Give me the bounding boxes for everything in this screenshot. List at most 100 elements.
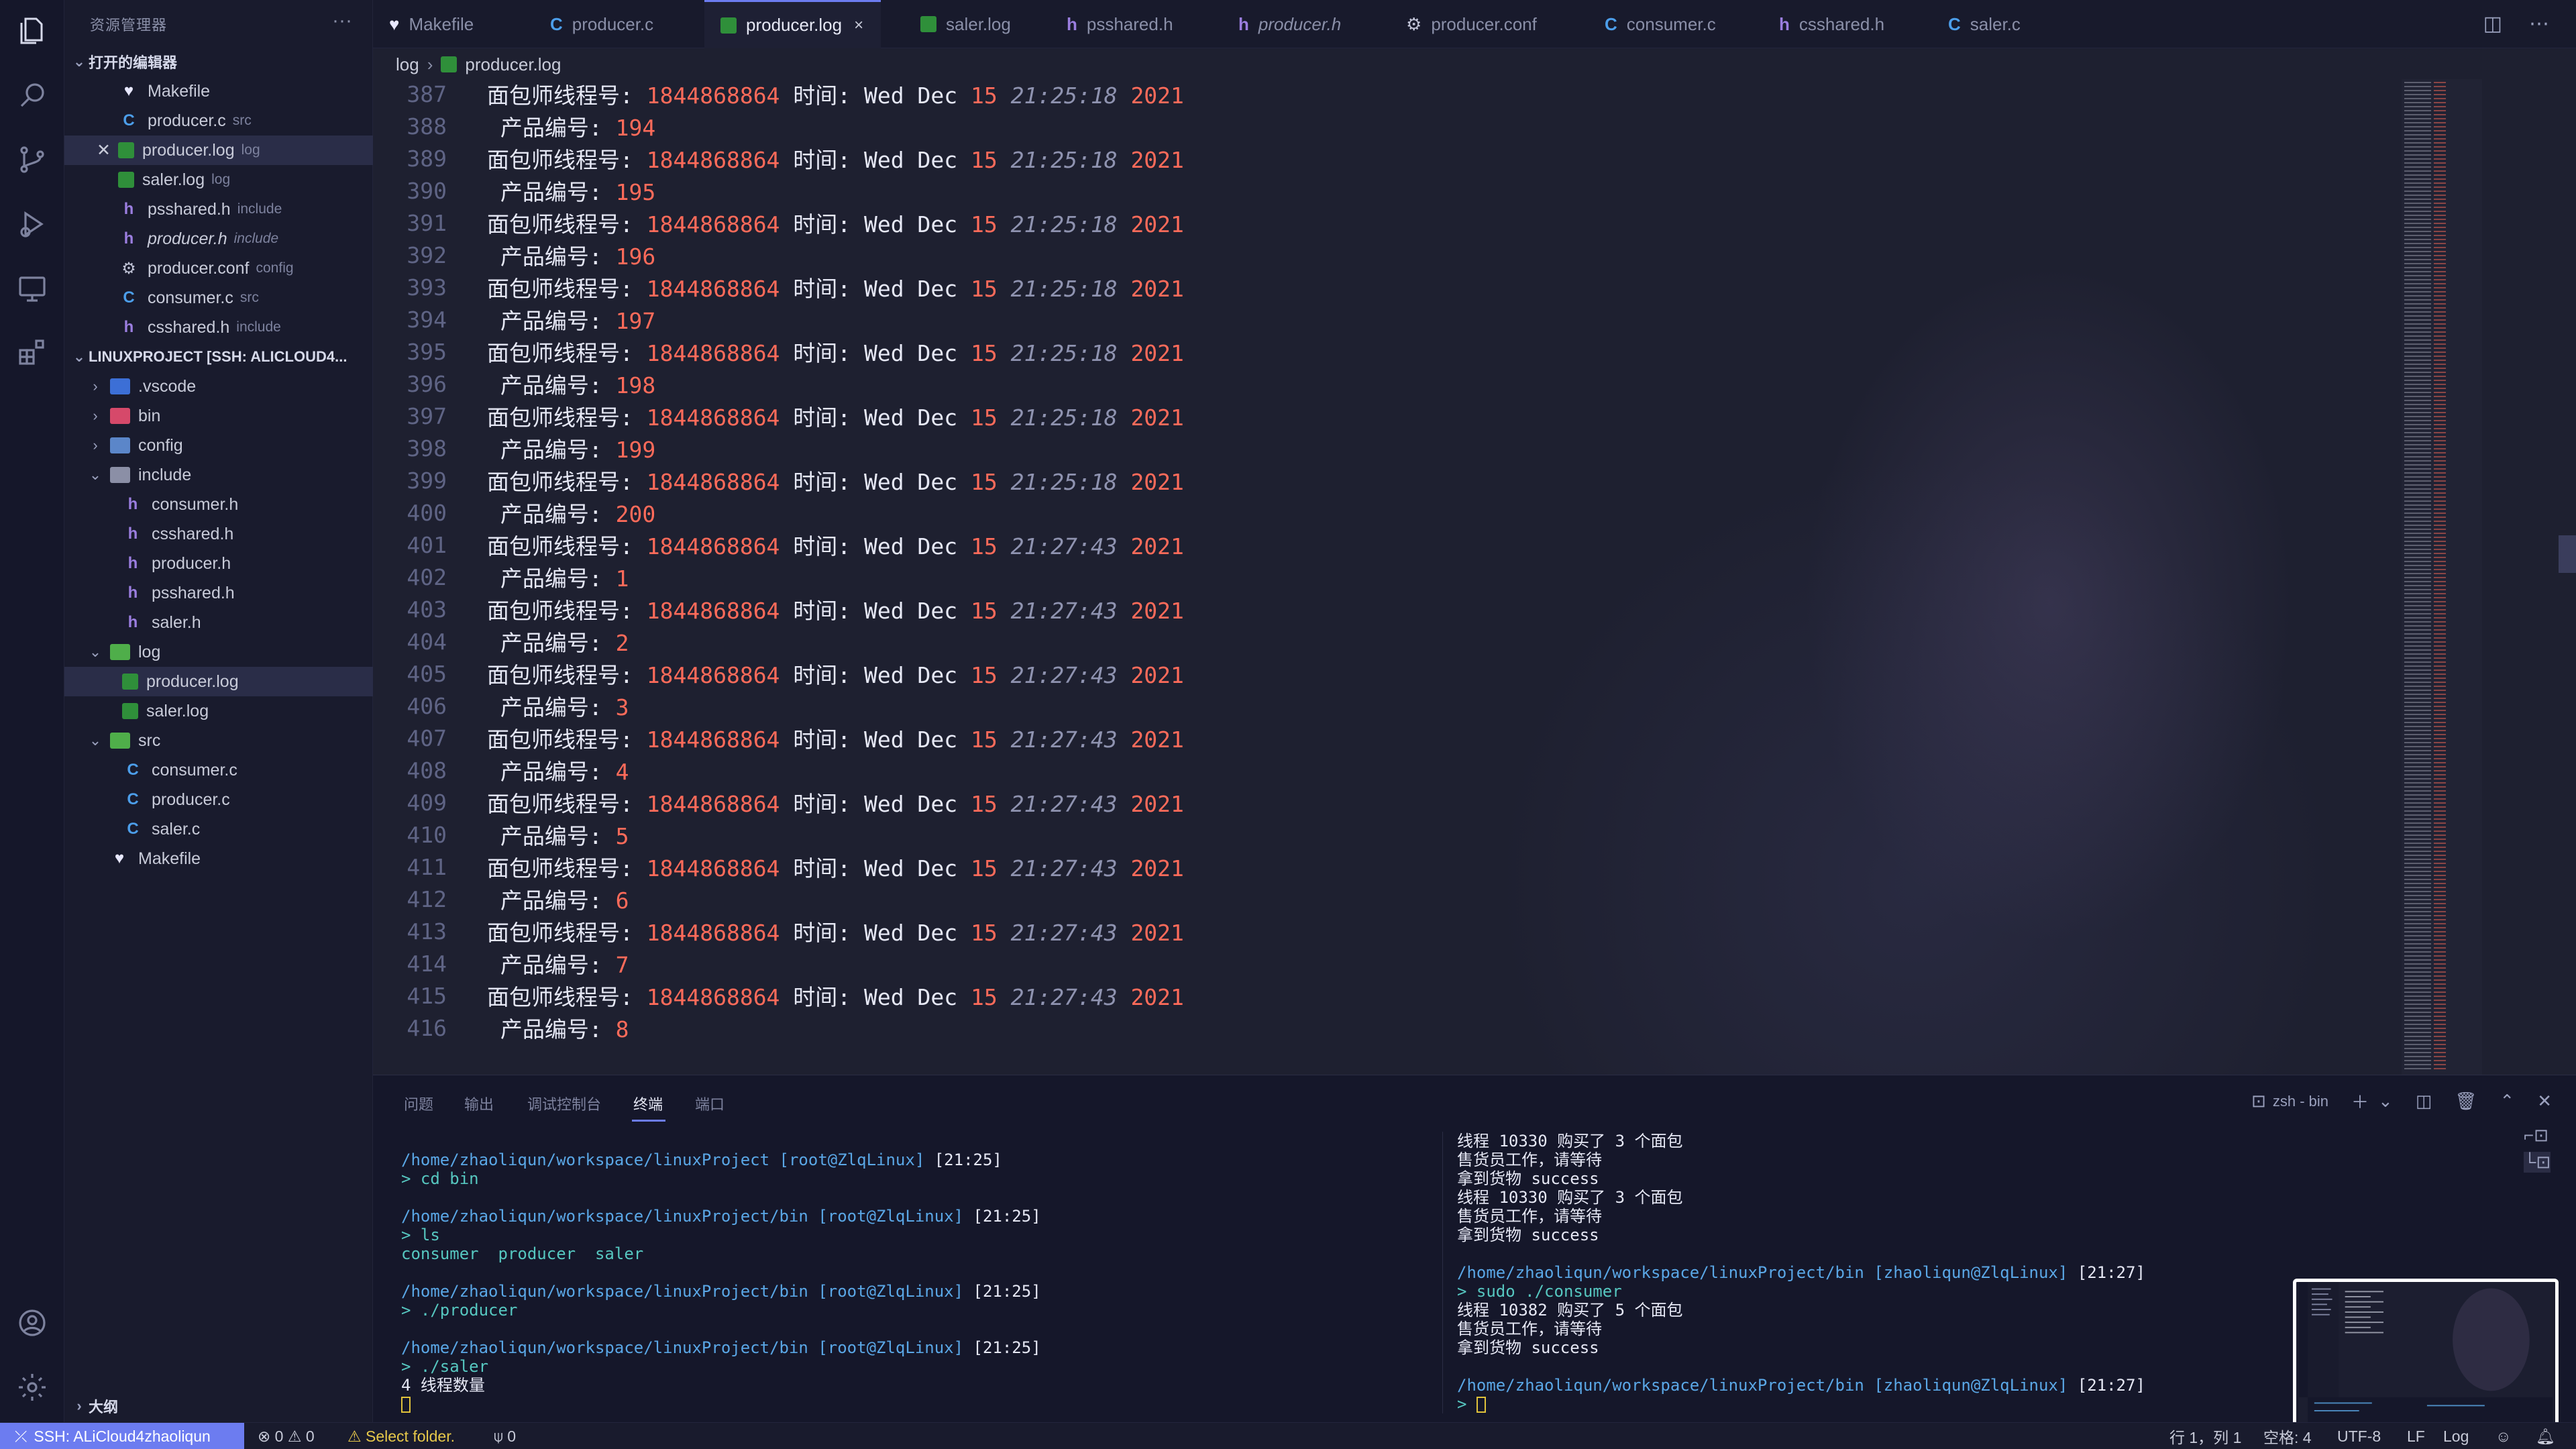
remote-explorer-icon[interactable] — [16, 272, 48, 305]
tree-folder-config[interactable]: › config — [64, 431, 373, 460]
code-line[interactable]: 410 产品编号: 5 — [373, 818, 629, 851]
tab-ports[interactable]: 端口 — [695, 1093, 724, 1114]
tree-file[interactable]: C consumer.c — [64, 755, 373, 785]
open-editor-item[interactable]: C producer.c src — [64, 106, 373, 136]
end-of-line[interactable]: LF — [2407, 1423, 2425, 1449]
tab-producer-h[interactable]: h producer.h — [1238, 0, 1341, 48]
manage-gear-icon[interactable] — [16, 1371, 48, 1403]
code-line[interactable]: 400 产品编号: 200 — [373, 496, 655, 529]
code-line[interactable]: 405 面包师线程号: 1844868864 时间: Wed Dec 15 21:… — [373, 657, 1184, 690]
tree-folder-include[interactable]: ⌄ include — [64, 460, 373, 490]
tab-output[interactable]: 输出 — [464, 1093, 494, 1114]
feedback-icon[interactable]: ☺ — [2496, 1423, 2511, 1449]
code-line[interactable]: 406 产品编号: 3 — [373, 690, 629, 722]
problems-indicator[interactable]: ⊗ 0 ⚠ 0 — [258, 1423, 315, 1449]
tab-debug-console[interactable]: 调试控制台 — [527, 1093, 601, 1114]
code-line[interactable]: 402 产品编号: 1 — [373, 561, 629, 593]
tree-folder-bin[interactable]: › bin — [64, 401, 373, 431]
tree-file[interactable]: h csshared.h — [64, 519, 373, 549]
chevron-up-icon[interactable]: ⌃ — [2500, 1091, 2514, 1112]
open-editor-item[interactable]: h psshared.h include — [64, 195, 373, 224]
terminal-divider[interactable] — [1442, 1132, 1443, 1413]
cursor-position[interactable]: 行 1，列 1 — [2169, 1423, 2241, 1449]
code-line[interactable]: 388 产品编号: 194 — [373, 110, 655, 142]
tree-file-selected[interactable]: producer.log — [64, 667, 373, 696]
code-line[interactable]: 414 产品编号: 7 — [373, 947, 629, 979]
code-line[interactable]: 392 产品编号: 196 — [373, 239, 655, 271]
indentation[interactable]: 空格: 4 — [2263, 1423, 2312, 1449]
tab-consumer-c[interactable]: Cconsumer.c — [1605, 0, 1716, 48]
code-line[interactable]: 393 面包师线程号: 1844868864 时间: Wed Dec 15 21:… — [373, 271, 1184, 303]
tree-file[interactable]: C producer.c — [64, 785, 373, 814]
tree-folder-vscode[interactable]: › .vscode — [64, 372, 373, 401]
code-line[interactable]: 408 产品编号: 4 — [373, 754, 629, 786]
code-line[interactable]: 412 产品编号: 6 — [373, 883, 629, 915]
open-editor-item[interactable]: ⚙ producer.conf config — [64, 254, 373, 283]
code-line[interactable]: 401 面包师线程号: 1844868864 时间: Wed Dec 15 21:… — [373, 529, 1184, 561]
tree-file[interactable]: saler.log — [64, 696, 373, 726]
window-thumbnail-preview[interactable] — [2293, 1279, 2559, 1428]
account-icon[interactable] — [16, 1307, 48, 1339]
project-header[interactable]: ⌄ LINUXPROJECT [SSH: ALICLOUD4... — [64, 342, 373, 372]
run-debug-icon[interactable] — [16, 208, 48, 240]
code-line[interactable]: 390 产品编号: 195 — [373, 174, 655, 207]
explorer-icon[interactable] — [16, 15, 48, 47]
split-terminal-icon[interactable]: ◫ — [2416, 1091, 2432, 1112]
code-editor[interactable]: 387 面包师线程号: 1844868864 时间: Wed Dec 15 21:… — [373, 79, 2576, 1075]
close-panel-icon[interactable]: ✕ — [2537, 1091, 2552, 1112]
code-line[interactable]: 399 面包师线程号: 1844868864 时间: Wed Dec 15 21:… — [373, 464, 1184, 496]
terminal-list-icon[interactable]: ⌐⊡ — [2524, 1125, 2548, 1146]
tab-problems[interactable]: 问题 — [404, 1093, 433, 1114]
open-editor-item-active[interactable]: ✕ producer.log log — [64, 136, 373, 165]
select-folder-indicator[interactable]: ⚠ Select folder. — [347, 1423, 455, 1449]
code-line[interactable]: 397 面包师线程号: 1844868864 时间: Wed Dec 15 21:… — [373, 400, 1184, 432]
tree-file[interactable]: h saler.h — [64, 608, 373, 637]
code-line[interactable]: 389 面包师线程号: 1844868864 时间: Wed Dec 15 21:… — [373, 142, 1184, 174]
breadcrumb-folder[interactable]: log — [396, 54, 419, 75]
open-editor-item[interactable]: saler.log log — [64, 165, 373, 195]
add-terminal-icon[interactable]: ＋ — [2351, 1089, 2369, 1114]
code-line[interactable]: 395 面包师线程号: 1844868864 时间: Wed Dec 15 21:… — [373, 335, 1184, 368]
open-editor-item[interactable]: ♥ Makefile — [64, 76, 373, 106]
code-line[interactable]: 403 面包师线程号: 1844868864 时间: Wed Dec 15 21:… — [373, 593, 1184, 625]
more-actions-icon[interactable]: ··· — [332, 9, 352, 32]
terminal-left[interactable]: /home/zhaoliqun/workspace/linuxProject [… — [401, 1150, 1434, 1413]
open-editor-item[interactable]: h producer.h include — [64, 224, 373, 254]
close-tab-icon[interactable]: × — [854, 16, 863, 35]
outline-header[interactable]: › 大纲 — [64, 1391, 373, 1421]
terminal-list-icon[interactable]: └⊡ — [2524, 1152, 2551, 1173]
minimap[interactable] — [2402, 79, 2482, 1075]
code-line[interactable]: 413 面包师线程号: 1844868864 时间: Wed Dec 15 21:… — [373, 915, 1184, 947]
tree-file[interactable]: C saler.c — [64, 814, 373, 844]
code-line[interactable]: 398 产品编号: 199 — [373, 432, 655, 464]
code-line[interactable]: 407 面包师线程号: 1844868864 时间: Wed Dec 15 21:… — [373, 722, 1184, 754]
tree-file[interactable]: h producer.h — [64, 549, 373, 578]
code-line[interactable]: 411 面包师线程号: 1844868864 时间: Wed Dec 15 21:… — [373, 851, 1184, 883]
code-line[interactable]: 396 产品编号: 198 — [373, 368, 655, 400]
tab-producer-conf[interactable]: ⚙ producer.conf — [1406, 0, 1537, 48]
split-editor-icon[interactable]: ◫ — [2483, 12, 2502, 36]
remote-indicator[interactable]: ⤫ SSH: ALiCloud4zhaoliqun — [0, 1423, 244, 1449]
tab-csshared-h[interactable]: h csshared.h — [1779, 0, 1884, 48]
code-line[interactable]: 409 面包师线程号: 1844868864 时间: Wed Dec 15 21:… — [373, 786, 1184, 818]
terminal-right[interactable]: 线程 10330 购买了 3 个面包 售货员工作，请等待 拿到货物 success 线… — [1457, 1132, 2249, 1413]
code-line[interactable]: 404 产品编号: 2 — [373, 625, 629, 657]
ports-indicator[interactable]: ⍦ 0 — [494, 1423, 516, 1449]
tab-saler-log[interactable]: saler.log — [920, 0, 1011, 48]
scrollbar-thumb[interactable] — [2559, 535, 2576, 573]
tree-folder-src[interactable]: ⌄ src — [64, 726, 373, 755]
tree-folder-log[interactable]: ⌄ log — [64, 637, 373, 667]
trash-icon[interactable]: 🗑 — [2455, 1091, 2477, 1112]
more-actions-icon[interactable]: ⋯ — [2529, 12, 2549, 36]
code-line[interactable]: 387 面包师线程号: 1844868864 时间: Wed Dec 15 21:… — [373, 79, 1184, 110]
close-icon[interactable]: ✕ — [97, 140, 118, 160]
open-editors-header[interactable]: ⌄ 打开的编辑器 — [64, 47, 373, 76]
encoding[interactable]: UTF-8 — [2337, 1423, 2381, 1449]
tab-producer-c[interactable]: Cproducer.c — [550, 0, 653, 48]
chevron-down-icon[interactable]: ⌄ — [2378, 1091, 2393, 1112]
tree-file[interactable]: h psshared.h — [64, 578, 373, 608]
tab-producer-log[interactable]: producer.log × — [704, 0, 881, 48]
extensions-icon[interactable] — [16, 337, 48, 369]
tree-file[interactable]: h consumer.h — [64, 490, 373, 519]
search-icon[interactable] — [16, 79, 48, 111]
